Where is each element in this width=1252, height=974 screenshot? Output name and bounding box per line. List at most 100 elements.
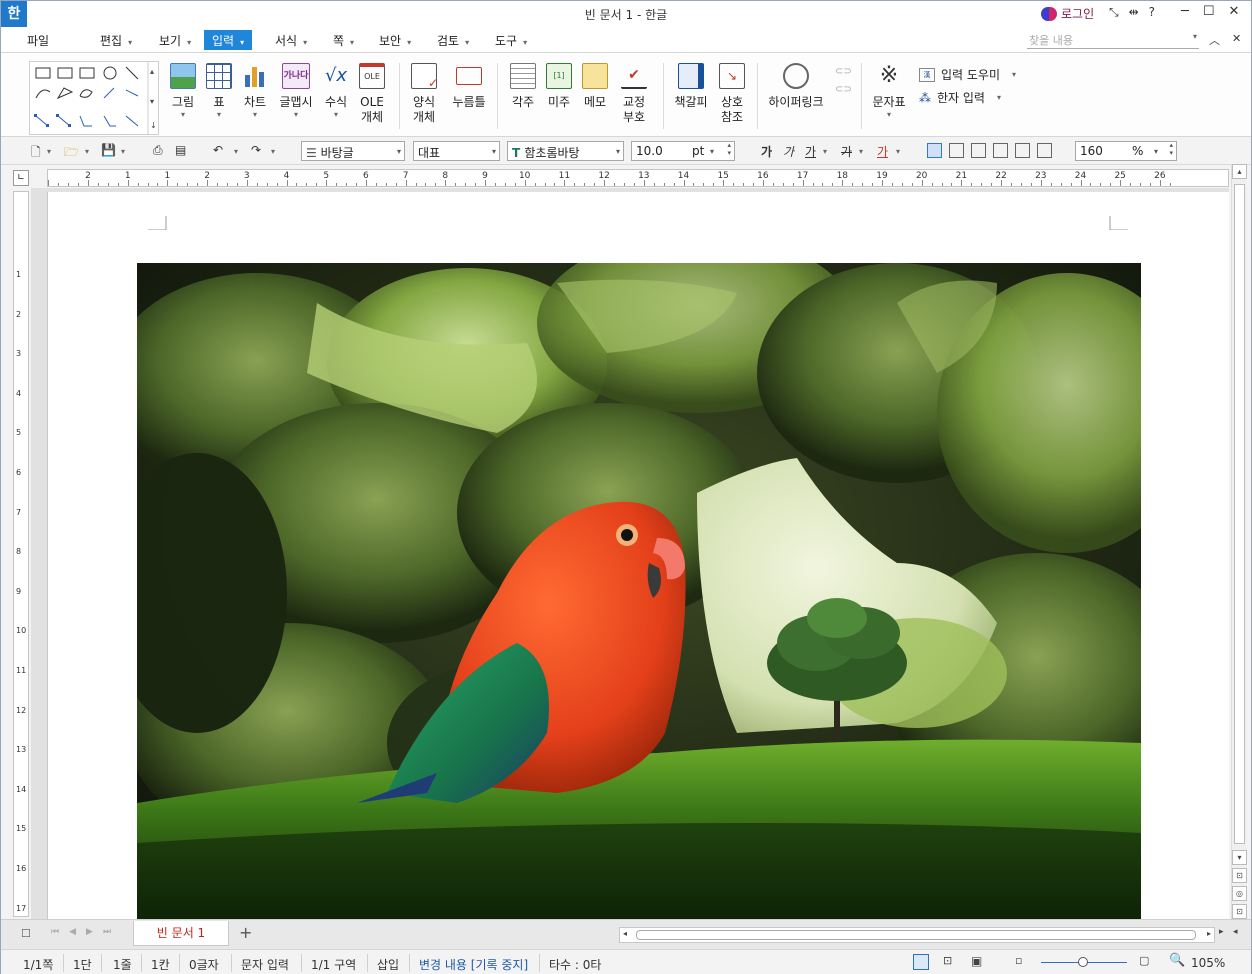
show-tabs-icon[interactable]: ☐ [21,927,31,940]
scrollbar-thumb[interactable] [636,930,1196,940]
tab-document-1[interactable]: 빈 문서 1 [133,921,229,946]
chevron-down-icon[interactable]: ▾ [271,147,275,156]
horizontal-scrollbar[interactable]: ◂ ▸ [619,927,1215,943]
scroll-left-icon[interactable]: ◂ [623,929,627,938]
help-icon[interactable]: ? [1149,5,1155,20]
collapse-ribbon-icon[interactable]: ︿ [1209,32,1220,48]
insert-form-object-button[interactable]: ✓ 양식 개체 [409,63,439,125]
insert-bookmark-button[interactable]: 책갈피 [673,63,709,110]
insert-picture-button[interactable]: 그림 ▾ [169,63,197,119]
align-left-button[interactable] [949,143,964,158]
scroll-right-end-icon[interactable]: ▸ [1219,927,1224,937]
input-helper-button[interactable]: 漢 입력 도우미 ▾ [919,66,1016,83]
insert-ole-button[interactable]: OLE OLE 개체 [357,63,387,125]
new-document-icon[interactable]: 🗋 [31,143,41,164]
zoom-in-icon[interactable]: ▢ [1139,954,1149,967]
scroll-right-icon[interactable]: ▸ [1207,929,1211,938]
zoom-field[interactable]: 160 % ▾ ▴ ▾ [1075,141,1177,161]
scrollbar-thumb[interactable] [1234,184,1245,844]
menu-file[interactable]: 파일 [19,30,57,50]
scroll-down-icon[interactable]: ▾ [1232,850,1247,865]
style-select[interactable]: ☰ 바탕글 ▾ [301,141,405,161]
insert-footnote-button[interactable]: 각주 [509,63,537,110]
chevron-down-icon[interactable]: ▾ [121,147,125,156]
menu-format[interactable]: 서식 ▾ [267,30,315,50]
print-icon[interactable]: ⎙ [153,143,163,158]
insert-hyperlink-button[interactable]: 하이퍼링크 [767,63,825,110]
chevron-down-icon[interactable]: ▾ [896,147,900,156]
vertical-ruler[interactable]: 1 2 3 4 5 6 7 8 9 10 11 12 13 14 15 16 17 [13,191,29,917]
spinner-icon[interactable]: ▴ ▾ [1169,141,1173,157]
magnifier-icon[interactable]: 🔍 [1169,953,1185,968]
menu-edit[interactable]: 편집 ▾ [92,30,140,50]
status-page[interactable]: 1/1쪽 [23,956,53,973]
vertical-scrollbar[interactable]: ▴ ▾ ⊡ ◎ ⊡ [1231,164,1247,921]
scroll-more-icon[interactable]: ◂ [1233,927,1238,937]
font-select[interactable]: T 함초롬바탕 ▾ [507,141,624,161]
ruler-tab-selector[interactable]: ∟ [13,170,29,186]
status-track-changes[interactable]: 변경 내용 [기록 중지] [419,956,528,973]
font-size-field[interactable]: 10.0 pt ▾ ▴ ▾ [631,141,735,161]
add-tab-icon[interactable]: + [239,923,252,942]
menu-view[interactable]: 보기 ▾ [151,30,199,50]
shape-gallery[interactable]: ▴ ▾ ↓ [29,61,159,135]
align-split-button[interactable] [1037,143,1052,158]
bold-button[interactable]: 가 [761,143,772,160]
spinner-icon[interactable]: ▴ ▾ [727,141,731,157]
insert-textart-button[interactable]: 가나다 글맵시 ▾ [279,63,313,119]
underline-button[interactable]: 가 [805,143,816,160]
login-button[interactable]: 로그인 [1041,5,1094,22]
align-right-button[interactable] [993,143,1008,158]
align-center-button[interactable] [971,143,986,158]
hanja-input-button[interactable]: ⁂ 한자 입력 ▾ [919,89,1001,106]
insert-proofreading-button[interactable]: ✔ 교정 부호 [617,63,651,125]
web-view-icon[interactable]: ⊡ [943,954,952,967]
scroll-up-icon[interactable]: ▴ [1232,164,1247,179]
status-mode[interactable]: 문자 입력 [241,956,289,973]
redo-icon[interactable]: ↷ [251,143,261,157]
chevron-down-icon[interactable]: ▾ [234,147,238,156]
resize-icon[interactable]: ⇹ [1129,5,1139,20]
status-insert[interactable]: 삽입 [377,956,399,973]
align-justify-button[interactable] [927,143,942,158]
insert-chart-button[interactable]: 차트 ▾ [241,63,269,119]
menu-insert[interactable]: 입력 ▾ [204,30,253,50]
next-page-icon[interactable]: ⊡ [1232,904,1247,919]
chevron-down-icon[interactable]: ▾ [859,147,863,156]
document-page[interactable] [47,192,1229,919]
insert-field-button[interactable]: 누름틀 [451,63,487,110]
normal-view-icon[interactable] [913,954,929,970]
zoom-slider-thumb[interactable] [1078,957,1088,967]
chevron-down-icon[interactable]: ▾ [85,147,89,156]
menu-review[interactable]: 검토 ▾ [429,30,477,50]
insert-table-button[interactable]: 표 ▾ [205,63,233,119]
inserted-image[interactable] [137,263,1141,919]
menu-tools[interactable]: 도구 ▾ [487,30,535,50]
align-distribute-button[interactable] [1015,143,1030,158]
prev-page-icon[interactable]: ⊡ [1232,868,1247,883]
fullscreen-icon[interactable]: ⤡ [1109,5,1119,20]
save-icon[interactable]: 💾 [101,143,116,157]
open-folder-icon[interactable]: 🗁 [64,143,79,164]
insert-endnote-button[interactable]: [1] 미주 [545,63,573,110]
maximize-button[interactable]: ☐ [1203,4,1215,19]
menu-security[interactable]: 보안 ▾ [371,30,419,50]
undo-icon[interactable]: ↶ [213,143,223,157]
status-zoom[interactable]: 105% [1191,956,1225,970]
insert-cross-reference-button[interactable]: ↘ 상호 참조 [717,63,747,125]
tab-nav-icons[interactable]: ⏮◀▶⏭ [51,927,121,937]
italic-button[interactable]: 가 [783,143,794,160]
insert-symbol-button[interactable]: ※ 문자표 ▾ [871,63,907,119]
menu-page[interactable]: 쪽 ▾ [325,30,362,50]
minimize-button[interactable]: ─ [1181,4,1189,19]
full-view-icon[interactable]: ▣ [971,954,982,968]
language-select[interactable]: 대표 ▾ [413,141,500,161]
print-preview-icon[interactable]: ▤ [175,143,186,157]
insert-equation-button[interactable]: √x 수식 ▾ [321,63,351,119]
search-input[interactable]: 찾을 내용 ▾ [1027,32,1199,49]
goto-page-icon[interactable]: ◎ [1232,886,1247,901]
horizontal-ruler[interactable]: 2 1 1 2 3 4 5 6 7 8 9 10 11 12 13 14 15 16 17 18 19 20 21 22 23 2… [47,169,1229,187]
insert-memo-button[interactable]: 메모 [581,63,609,110]
document-area[interactable] [31,188,1229,919]
strikethrough-button[interactable]: 가 [841,143,852,160]
